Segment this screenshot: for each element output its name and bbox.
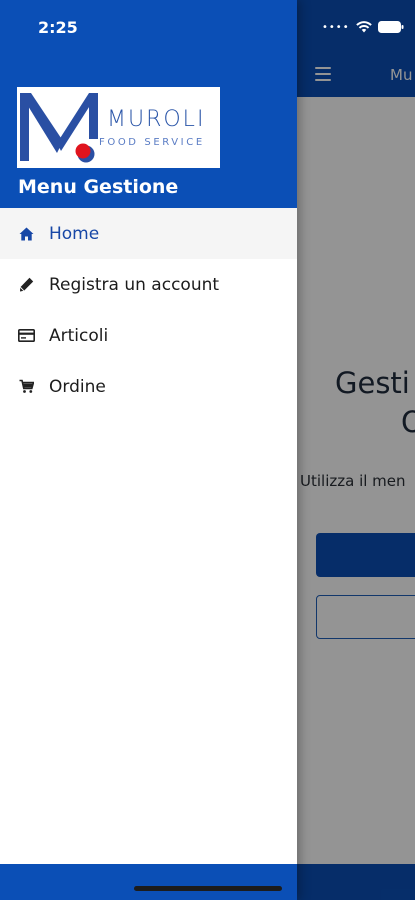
menu-item-label: Articoli [49,325,109,346]
signal-icon: •••• [322,22,350,33]
menu-item-order[interactable]: Ordine [0,361,297,412]
wifi-icon [355,18,372,37]
menu-list: Home Registra un account Articoli Ordine [0,208,297,412]
logo-name: MUROLI [107,107,206,132]
menu-title: Menu Gestione [18,176,179,198]
menu-item-articles[interactable]: Articoli [0,310,297,361]
menu-item-label: Registra un account [49,274,220,295]
battery-icon [377,18,404,37]
navigation-drawer: 2:25 MUROLI FOOD SERVICE Menu Gestione H… [0,0,297,900]
drawer-bottom-bar [0,864,297,900]
home-icon [17,225,35,243]
menu-item-label: Ordine [49,376,106,397]
main-page: •••• Mu Gesti O Utilizza il men [297,0,415,900]
menu-item-register-account[interactable]: Registra un account [0,259,297,310]
cart-icon [17,378,35,396]
menu-item-home[interactable]: Home [0,208,297,259]
muroli-logo: MUROLI FOOD SERVICE [17,87,220,168]
home-indicator[interactable] [134,886,282,891]
pencil-icon [17,276,35,294]
menu-item-label: Home [49,223,100,244]
drawer-scrim[interactable] [297,0,415,900]
card-icon [17,327,35,345]
drawer-header: 2:25 MUROLI FOOD SERVICE Menu Gestione [0,0,297,208]
status-icons: •••• [322,18,404,37]
status-time: 2:25 [38,18,78,37]
logo-tagline: FOOD SERVICE [99,137,205,148]
